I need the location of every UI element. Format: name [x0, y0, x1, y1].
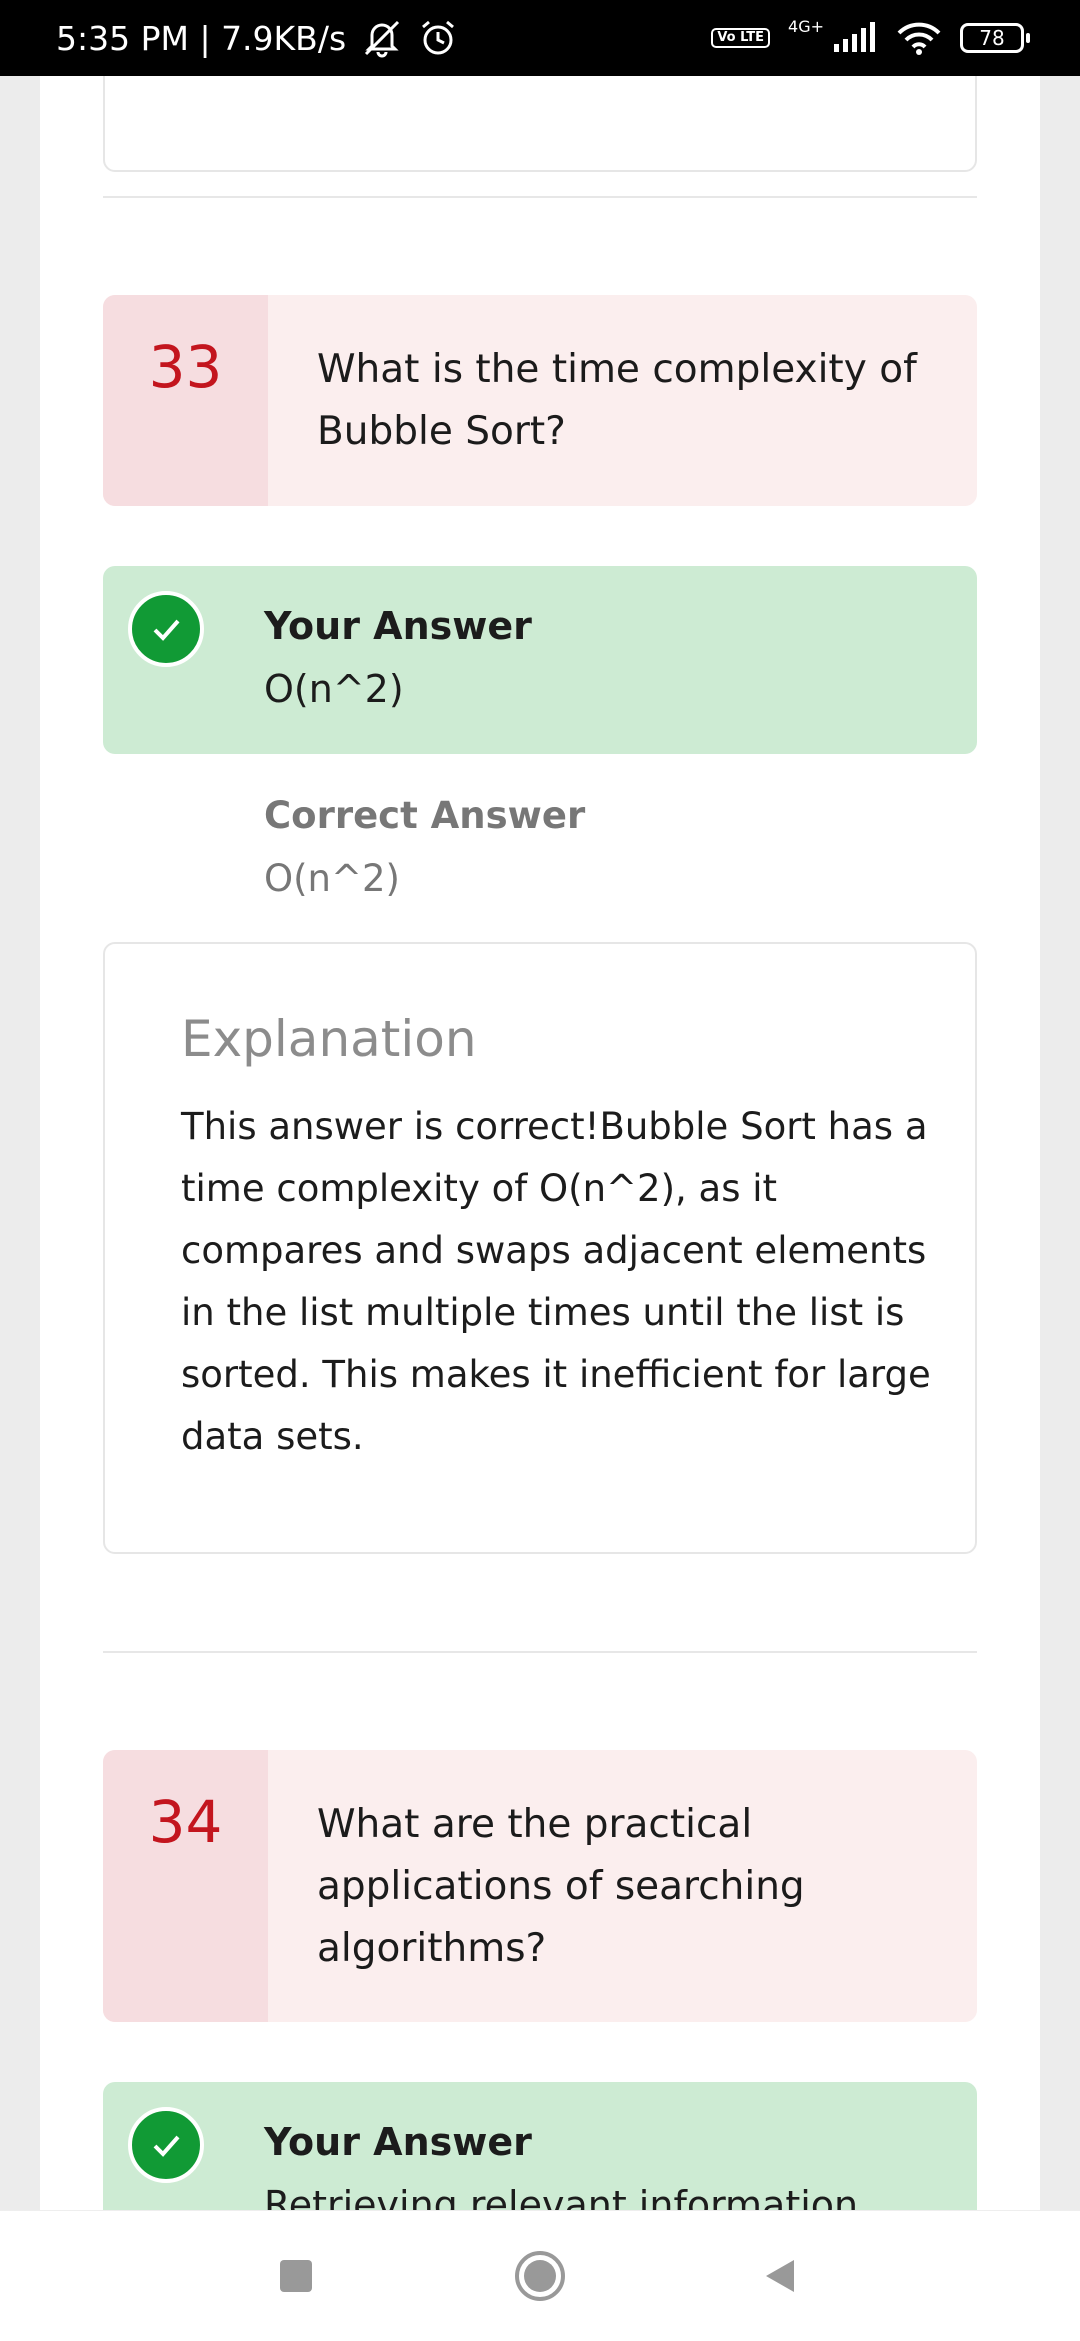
check-circle-icon — [128, 591, 204, 667]
question-number: 33 — [103, 295, 268, 506]
your-answer-card: Your Answer O(n^2) — [103, 566, 977, 754]
navigation-bar — [0, 2210, 1080, 2341]
your-answer-card: Your Answer Retrieving relevant informat… — [103, 2082, 977, 2210]
results-page[interactable]: 33 What is the time complexity of Bubble… — [40, 76, 1040, 2210]
question-number: 34 — [103, 1750, 268, 2022]
wifi-icon — [896, 21, 942, 55]
volte-badge: Vo LTE — [711, 28, 771, 48]
mute-bell-icon — [360, 18, 404, 58]
question-card: 34 What are the practical applications o… — [103, 1750, 977, 2022]
alarm-icon — [418, 18, 458, 58]
circle-icon[interactable] — [508, 2244, 572, 2308]
square-icon[interactable] — [264, 2244, 328, 2308]
correct-answer-value: O(n^2) — [264, 857, 400, 900]
question-card: 33 What is the time complexity of Bubble… — [103, 295, 977, 506]
question-text: What are the practical applications of s… — [317, 1802, 805, 1971]
question-text: What is the time complexity of Bubble So… — [317, 347, 917, 454]
your-answer-label: Your Answer — [264, 604, 532, 648]
status-right: Vo LTE 4G+ 78 — [693, 17, 1030, 55]
check-circle-icon — [128, 2107, 204, 2183]
your-answer-label: Your Answer — [264, 2120, 532, 2164]
status-bar: 5:35 PM | 7.9KB/s Vo LTE 4G+ 78 — [0, 0, 1080, 76]
divider — [103, 1651, 977, 1653]
your-answer-value: Retrieving relevant information — [264, 2183, 859, 2210]
status-time-speed: 5:35 PM | 7.9KB/s — [56, 18, 347, 58]
explanation-text: This answer is correct!Bubble Sort has a… — [181, 1105, 931, 1458]
battery-icon: 78 — [960, 23, 1030, 53]
triangle-back-icon[interactable] — [748, 2244, 812, 2308]
explanation-card: Explanation This answer is correct!Bubbl… — [103, 942, 977, 1554]
divider — [103, 196, 977, 198]
previous-explanation-card — [103, 76, 977, 172]
signal-icon — [832, 22, 878, 54]
network-type: 4G+ — [788, 16, 824, 36]
status-left: 5:35 PM | 7.9KB/s — [56, 18, 458, 58]
your-answer-value: O(n^2) — [264, 667, 404, 711]
correct-answer-label: Correct Answer — [264, 794, 586, 837]
explanation-title: Explanation — [181, 1010, 477, 1068]
